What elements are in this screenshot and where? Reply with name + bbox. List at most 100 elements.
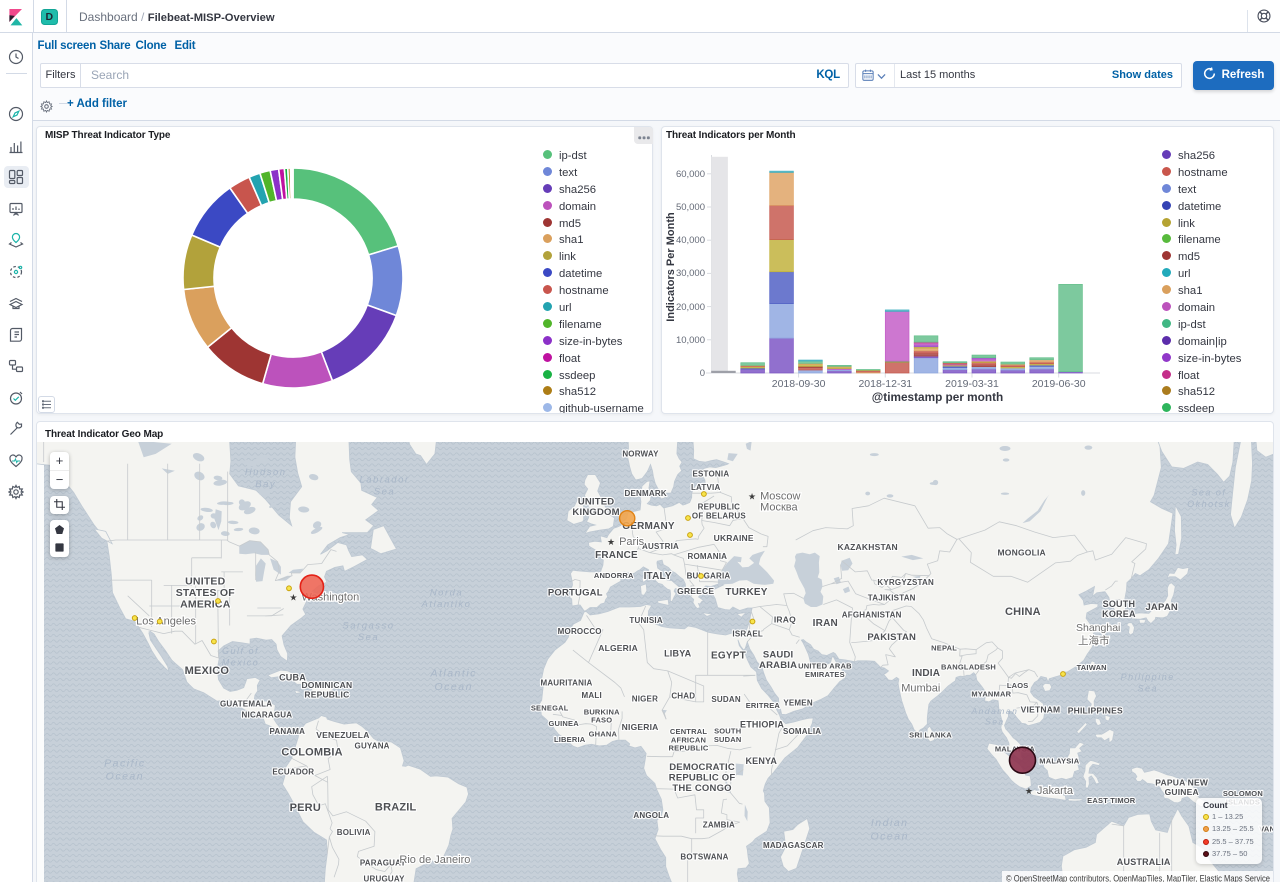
svg-text:UNITED: UNITED [578,497,615,508]
svg-text:NIGER: NIGER [632,694,658,703]
svg-text:Norda: Norda [430,587,463,598]
svg-text:ETHIOPIA: ETHIOPIA [740,720,784,730]
svg-text:Ocean: Ocean [434,681,472,693]
svg-text:REPUBLIC: REPUBLIC [304,689,349,699]
svg-text:ITALY: ITALY [644,571,672,582]
svg-text:NORWAY: NORWAY [622,450,659,459]
svg-text:Atlantic: Atlantic [429,668,476,680]
svg-text:IRAQ: IRAQ [774,615,796,625]
svg-text:REPUBLIC OF: REPUBLIC OF [669,772,736,783]
svg-text:Hudson: Hudson [245,467,287,478]
svg-text:FRANCE: FRANCE [595,550,638,561]
svg-text:GUINEA: GUINEA [1165,787,1199,797]
svg-text:Sargasso: Sargasso [342,620,394,631]
svg-text:SUDAN: SUDAN [714,735,742,744]
svg-text:COLOMBIA: COLOMBIA [281,746,342,758]
svg-text:VIETNAM: VIETNAM [1021,705,1061,715]
svg-text:EMIRATES: EMIRATES [805,670,845,679]
svg-text:JAPAN: JAPAN [1145,602,1178,613]
svg-text:EAST TIMOR: EAST TIMOR [1087,796,1136,805]
svg-text:KAZAKHSTAN: KAZAKHSTAN [837,542,897,552]
svg-text:AUSTRIA: AUSTRIA [642,542,679,551]
svg-text:SENEGAL: SENEGAL [531,703,569,712]
svg-text:MOROCCO: MOROCCO [558,627,602,636]
svg-text:INDIA: INDIA [912,668,940,679]
svg-text:AFGHANISTAN: AFGHANISTAN [842,611,902,620]
svg-text:OF BELARUS: OF BELARUS [692,511,746,520]
svg-text:© OpenStreetMap contributors,: © OpenStreetMap contributors, OpenMapTil… [1006,874,1270,882]
svg-text:AUSTRALIA: AUSTRALIA [1117,857,1171,867]
svg-text:ZAMBIA: ZAMBIA [703,820,735,829]
svg-text:NEPAL: NEPAL [931,644,957,653]
svg-text:NIGERIA: NIGERIA [622,722,659,732]
svg-text:MADAGASCAR: MADAGASCAR [763,841,824,850]
svg-text:UNITED: UNITED [185,575,225,587]
svg-text:ARABIA: ARABIA [759,660,797,671]
svg-text:GUYANA: GUYANA [355,741,390,750]
svg-text:LIBERIA: LIBERIA [554,735,586,744]
svg-text:ALGERIA: ALGERIA [598,643,638,653]
svg-text:Atlantiko: Atlantiko [421,599,472,610]
svg-text:SOMALIA: SOMALIA [783,727,821,736]
svg-text:Sea: Sea [374,486,395,497]
svg-text:UKRAINE: UKRAINE [714,533,754,543]
svg-text:LATVIA: LATVIA [691,483,721,492]
svg-text:PHILIPPINES: PHILIPPINES [1068,706,1123,716]
svg-text:Rio de Janeiro: Rio de Janeiro [399,854,470,866]
svg-text:Pacific: Pacific [104,757,145,769]
svg-text:DEMOCRATIC: DEMOCRATIC [669,762,735,773]
svg-text:VENEZUELA: VENEZUELA [316,730,369,740]
svg-text:Sea: Sea [1137,683,1158,693]
svg-text:KINGDOM: KINGDOM [572,507,619,518]
svg-text:Gulf of: Gulf of [222,646,259,656]
svg-text:TUNISIA: TUNISIA [629,616,662,625]
svg-text:PORTUGAL: PORTUGAL [548,588,603,599]
svg-text:★: ★ [289,592,297,602]
svg-text:Ocean: Ocean [870,830,908,842]
svg-text:SUDAN: SUDAN [711,695,740,704]
svg-text:IRAN: IRAN [813,618,838,629]
svg-text:PERU: PERU [290,802,321,814]
svg-text:Sea: Sea [985,717,1005,727]
svg-text:Labrador: Labrador [359,474,409,485]
svg-text:GUATEMALA: GUATEMALA [220,699,272,708]
svg-text:LIBYA: LIBYA [664,648,691,658]
svg-text:REPUBLIC: REPUBLIC [698,503,741,512]
svg-text:Sea: Sea [358,632,379,643]
svg-text:Los Angeles: Los Angeles [136,616,196,628]
svg-text:ECUADOR: ECUADOR [272,767,314,776]
svg-text:★: ★ [1025,786,1033,796]
svg-text:BOLIVIA: BOLIVIA [337,828,371,837]
svg-text:KYRGYZSTAN: KYRGYZSTAN [877,578,934,587]
svg-text:EGYPT: EGYPT [711,651,746,662]
svg-text:Mexico: Mexico [222,657,260,667]
svg-text:REPUBLIC: REPUBLIC [669,744,709,753]
svg-text:Indian: Indian [871,817,909,829]
svg-text:Philippine: Philippine [1121,672,1175,682]
svg-text:Paris: Paris [619,536,645,548]
svg-text:ROMANIA: ROMANIA [687,552,727,561]
svg-text:ANGOLA: ANGOLA [633,811,669,820]
svg-text:THE CONGO: THE CONGO [672,783,731,794]
svg-text:CHAD: CHAD [671,691,695,700]
svg-text:ERITREA: ERITREA [746,701,781,710]
svg-text:MALI: MALI [582,691,602,700]
svg-text:MYANMAR: MYANMAR [971,690,1011,699]
svg-text:MONGOLIA: MONGOLIA [998,548,1046,558]
svg-text:Sea of: Sea of [1191,488,1226,498]
svg-text:BOTSWANA: BOTSWANA [680,852,728,861]
svg-text:DENMARK: DENMARK [625,489,667,498]
svg-text:BRAZIL: BRAZIL [375,801,417,813]
svg-text:Bay: Bay [255,479,276,490]
svg-text:KENYA: KENYA [745,756,777,766]
svg-text:TURKEY: TURKEY [725,587,767,598]
svg-text:Shanghai: Shanghai [1076,622,1120,634]
svg-text:ESTONIA: ESTONIA [692,470,729,479]
svg-text:ISRAEL: ISRAEL [732,629,763,638]
svg-text:TAJIKISTAN: TAJIKISTAN [868,594,916,603]
svg-text:KOREA: KOREA [1102,609,1136,619]
svg-text:CHINA: CHINA [1005,606,1041,618]
svg-text:FASO: FASO [591,716,612,725]
svg-text:YEMEN: YEMEN [783,699,812,708]
svg-text:Москва: Москва [760,502,798,514]
